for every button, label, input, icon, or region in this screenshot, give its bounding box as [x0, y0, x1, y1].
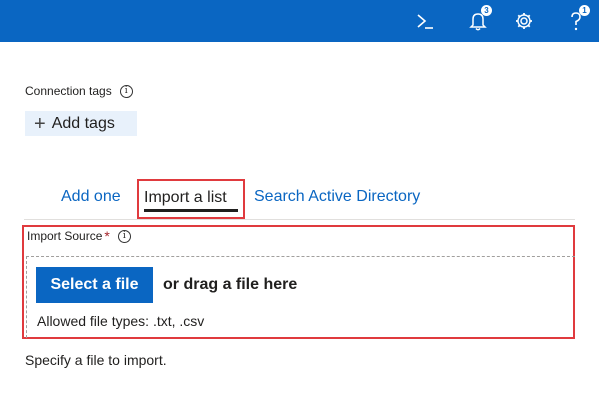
settings-button[interactable] — [510, 7, 538, 35]
connection-tags-label-row: Connection tags i — [25, 84, 133, 98]
help-count-badge: 1 — [579, 5, 590, 16]
help-button[interactable]: 1 — [562, 5, 590, 35]
file-drop-zone[interactable]: Select a file or drag a file here Allowe… — [26, 256, 575, 338]
allowed-file-types-text: Allowed file types: .txt, .csv — [37, 313, 205, 329]
notifications-count-badge: 3 — [481, 5, 492, 16]
import-source-label: Import Source — [27, 229, 103, 243]
plus-icon: + — [34, 112, 46, 135]
import-hint-text: Specify a file to import. — [25, 352, 167, 368]
import-source-label-row: Import Source * i — [27, 229, 131, 243]
connection-tags-label: Connection tags — [25, 84, 112, 98]
info-icon[interactable]: i — [117, 229, 131, 243]
select-file-button[interactable]: Select a file — [36, 267, 153, 303]
tabs-divider — [24, 219, 575, 220]
notifications-button[interactable]: 3 — [464, 5, 492, 35]
drag-file-text: or drag a file here — [163, 276, 298, 293]
terminal-icon — [417, 14, 433, 29]
add-tags-label: Add tags — [51, 114, 115, 132]
cloud-shell-button[interactable] — [411, 7, 439, 35]
top-bar: 3 1 — [0, 0, 599, 42]
tab-add-one[interactable]: Add one — [61, 188, 121, 206]
tab-bar: Add one Import a list Search Active Dire… — [0, 179, 575, 220]
import-source-section: Import Source * i Select a file or drag … — [22, 225, 575, 339]
tab-search-active-directory[interactable]: Search Active Directory — [254, 188, 420, 206]
gear-icon — [516, 13, 532, 29]
required-marker: * — [104, 228, 110, 244]
add-tags-button[interactable]: + Add tags — [25, 111, 137, 136]
selected-tab-indicator — [144, 209, 238, 212]
tab-import-a-list[interactable]: Import a list — [137, 179, 245, 219]
tab-import-a-list-label: Import a list — [144, 189, 227, 206]
info-icon[interactable]: i — [119, 84, 133, 98]
